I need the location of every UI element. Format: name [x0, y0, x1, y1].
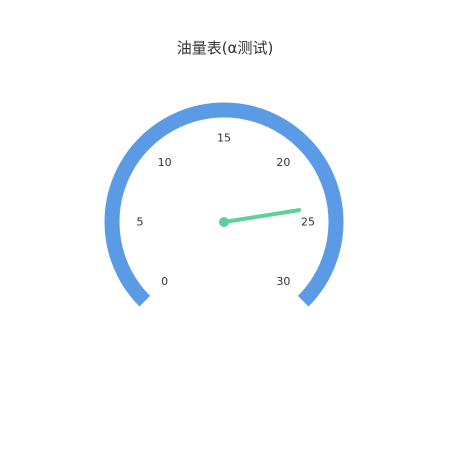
- tick-label-20: 20: [276, 156, 290, 169]
- tick-label-15: 15: [217, 132, 231, 145]
- tick-label-5: 5: [137, 216, 144, 229]
- gauge-pointer: [222, 208, 302, 224]
- tick-label-25: 25: [301, 216, 315, 229]
- gauge-pivot: [219, 217, 229, 227]
- tick-label-10: 10: [158, 156, 172, 169]
- gauge-tick-labels: 0 5 10 15 20 25 30: [137, 132, 316, 288]
- fuel-gauge: 0 5 10 15 20 25 30: [104, 102, 344, 307]
- tick-label-0: 0: [161, 275, 168, 288]
- tick-label-30: 30: [276, 275, 290, 288]
